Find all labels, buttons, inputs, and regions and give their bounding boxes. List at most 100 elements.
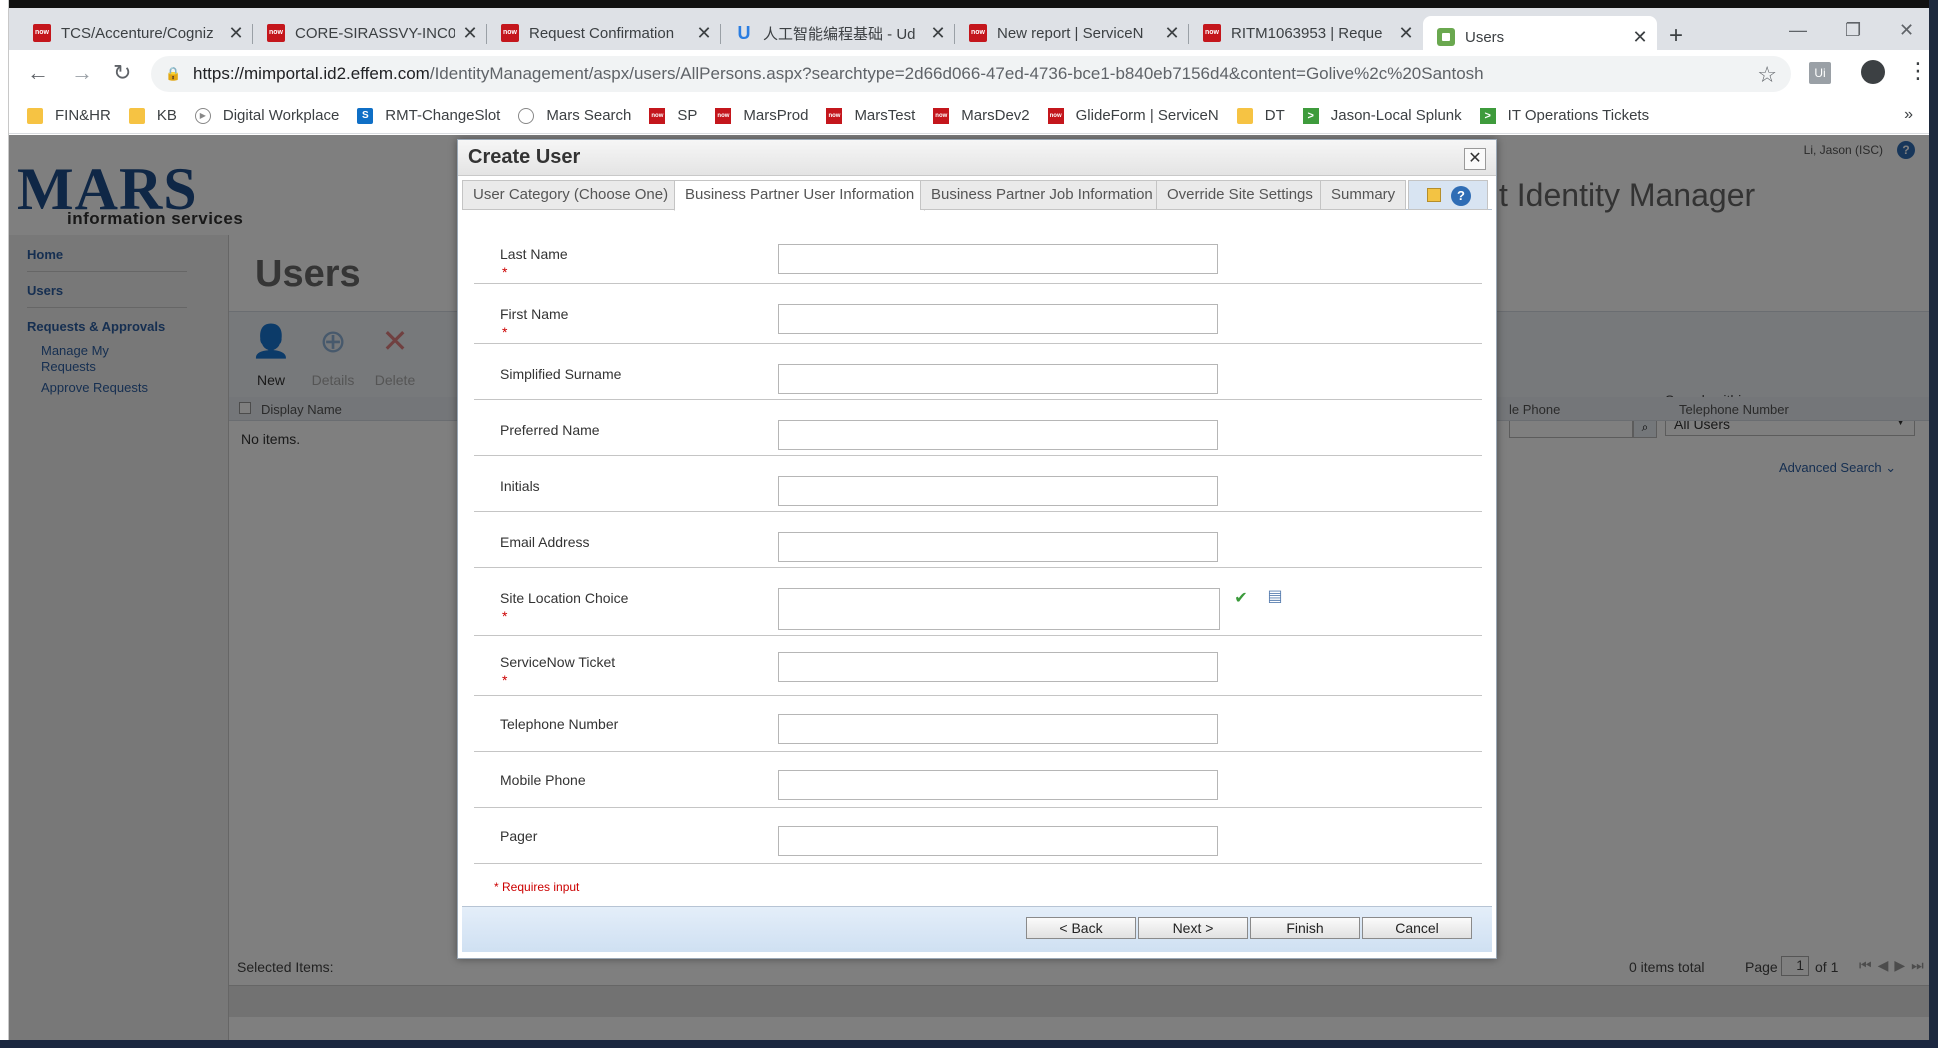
- servicenow-icon: now: [267, 24, 285, 42]
- field-label: Simplified Surname: [500, 366, 622, 382]
- form-row-last-name: Last Name *: [474, 220, 1482, 284]
- required-marker: *: [502, 324, 508, 340]
- servicenow-icon: now: [1203, 24, 1221, 42]
- pager-input[interactable]: [778, 826, 1218, 856]
- close-icon[interactable]: ✕: [695, 23, 713, 44]
- browser-tab-title: CORE-SIRASSVY-INC09: [295, 24, 455, 42]
- minimize-icon[interactable]: —: [1789, 20, 1807, 41]
- bookmark-fin-hr[interactable]: FIN&HR: [27, 107, 111, 124]
- form-row-site-location-choice: Site Location Choice * ✔ ▤: [474, 568, 1482, 636]
- servicenow-icon: now: [1047, 107, 1064, 124]
- close-icon[interactable]: ✕: [1163, 23, 1181, 44]
- web-page: MARS information services Li, Jason (ISC…: [9, 135, 1929, 1048]
- form-row-telephone-number: Telephone Number: [474, 696, 1482, 752]
- field-label: Telephone Number: [500, 716, 619, 732]
- browser-tab-title: TCS/Accenture/Cogniz: [61, 24, 214, 42]
- dialog-title-bar: Create User ✕: [458, 140, 1496, 176]
- window-close-icon[interactable]: ✕: [1899, 20, 1914, 41]
- servicenow-icon: now: [33, 24, 51, 42]
- browser-tab-title: 人工智能编程基础 - Ud: [763, 25, 916, 43]
- bookmarks-overflow-icon[interactable]: »: [1904, 106, 1913, 124]
- browse-directory-icon[interactable]: ▤: [1264, 586, 1286, 608]
- form-row-servicenow-ticket: ServiceNow Ticket *: [474, 636, 1482, 696]
- close-icon[interactable]: ✕: [929, 23, 947, 44]
- browser-tab-5[interactable]: now New report | ServiceN ✕: [955, 16, 1189, 50]
- dialog-tab-icons: ?: [1408, 180, 1488, 210]
- close-icon[interactable]: ✕: [1631, 27, 1649, 48]
- bookmark-jason-local-splunk[interactable]: > Jason-Local Splunk: [1302, 107, 1462, 124]
- browser-toolbar: ← → ↻ 🔒 https://mimportal.id2.effem.com/…: [9, 50, 1929, 98]
- email-address-input[interactable]: [778, 532, 1218, 562]
- tab-override-site-settings[interactable]: Override Site Settings: [1156, 180, 1324, 210]
- browser-tab-1[interactable]: now TCS/Accenture/Cogniz ✕: [19, 16, 253, 50]
- form-row-preferred-name: Preferred Name: [474, 400, 1482, 456]
- bookmark-digital-workplace[interactable]: ▶ Digital Workplace: [194, 107, 339, 124]
- tab-user-category[interactable]: User Category (Choose One): [462, 180, 680, 210]
- help-icon[interactable]: ?: [1451, 186, 1471, 206]
- tab-business-partner-user-information[interactable]: Business Partner User Information: [674, 180, 926, 211]
- splunk-icon: >: [1302, 107, 1319, 124]
- sharepoint-icon: S: [357, 107, 374, 124]
- bookmark-marsdev2[interactable]: now MarsDev2: [933, 107, 1030, 124]
- cancel-button[interactable]: Cancel: [1362, 917, 1472, 939]
- servicenow-icon: now: [715, 107, 732, 124]
- bookmark-rmt-changeslot[interactable]: S RMT-ChangeSlot: [357, 107, 500, 124]
- new-tab-icon[interactable]: +: [1669, 22, 1683, 50]
- bookmark-mars-search[interactable]: Mars Search: [518, 107, 631, 124]
- mobile-phone-input[interactable]: [778, 770, 1218, 800]
- os-taskbar: [0, 1040, 1938, 1048]
- bookmark-it-operations-tickets[interactable]: > IT Operations Tickets: [1479, 107, 1649, 124]
- folder-icon: [1236, 107, 1253, 124]
- browser-window: now TCS/Accenture/Cogniz ✕ now CORE-SIRA…: [9, 0, 1929, 1048]
- restore-icon[interactable]: ❐: [1845, 20, 1861, 41]
- dialog-close-icon[interactable]: ✕: [1464, 148, 1486, 170]
- preferred-name-input[interactable]: [778, 420, 1218, 450]
- servicenow-icon: now: [933, 107, 950, 124]
- reload-icon[interactable]: ↻: [113, 60, 131, 86]
- check-name-icon[interactable]: ✔: [1230, 588, 1252, 610]
- browser-tab-2[interactable]: now CORE-SIRASSVY-INC09 ✕: [253, 16, 487, 50]
- finish-button[interactable]: Finish: [1250, 917, 1360, 939]
- browser-tab-4[interactable]: U 人工智能编程基础 - Ud ✕: [721, 16, 955, 50]
- next-button[interactable]: Next >: [1138, 917, 1248, 939]
- field-label: Initials: [500, 478, 540, 494]
- initials-input[interactable]: [778, 476, 1218, 506]
- bookmark-star-icon[interactable]: ☆: [1757, 62, 1777, 88]
- bookmark-sp[interactable]: now SP: [649, 107, 697, 124]
- bookmark-glideform[interactable]: now GlideForm | ServiceN: [1047, 107, 1219, 124]
- tab-strip: now TCS/Accenture/Cogniz ✕ now CORE-SIRA…: [9, 0, 1929, 58]
- forward-arrow-icon[interactable]: →: [71, 60, 93, 86]
- form-row-email-address: Email Address: [474, 512, 1482, 568]
- back-button[interactable]: < Back: [1026, 917, 1136, 939]
- form-row-pager: Pager: [474, 808, 1482, 864]
- form-row-mobile-phone: Mobile Phone: [474, 752, 1482, 808]
- profile-avatar-icon[interactable]: [1861, 60, 1885, 84]
- address-bar[interactable]: 🔒 https://mimportal.id2.effem.com/Identi…: [151, 56, 1791, 92]
- bookmark-kb[interactable]: KB: [128, 107, 177, 124]
- tab-summary[interactable]: Summary: [1320, 180, 1407, 210]
- browser-tab-3[interactable]: now Request Confirmation ✕: [487, 16, 721, 50]
- close-icon[interactable]: ✕: [227, 23, 245, 44]
- site-location-choice-input[interactable]: [778, 588, 1220, 630]
- browser-tab-6[interactable]: now RITM1063953 | Reque ✕: [1189, 16, 1423, 50]
- tab-business-partner-job-information[interactable]: Business Partner Job Information: [920, 180, 1164, 210]
- last-name-input[interactable]: [778, 244, 1218, 274]
- bookmark-marsprod[interactable]: now MarsProd: [715, 107, 808, 124]
- close-icon[interactable]: ✕: [461, 23, 479, 44]
- close-icon[interactable]: ✕: [1397, 23, 1415, 44]
- bookmark-marstest[interactable]: now MarsTest: [826, 107, 915, 124]
- extension-icon[interactable]: Ui: [1809, 62, 1831, 84]
- save-draft-icon[interactable]: [1427, 188, 1441, 202]
- bookmark-dt[interactable]: DT: [1236, 107, 1285, 124]
- field-label: Last Name: [500, 246, 568, 262]
- servicenow-ticket-input[interactable]: [778, 652, 1218, 682]
- required-marker: *: [502, 264, 508, 280]
- back-arrow-icon[interactable]: ←: [27, 60, 49, 86]
- create-user-dialog: Create User ✕ User Category (Choose One)…: [457, 139, 1497, 959]
- browser-menu-icon[interactable]: ⋮: [1907, 58, 1929, 84]
- simplified-surname-input[interactable]: [778, 364, 1218, 394]
- field-label: First Name: [500, 306, 569, 322]
- browser-tab-title: Users: [1465, 28, 1505, 46]
- first-name-input[interactable]: [778, 304, 1218, 334]
- telephone-number-input[interactable]: [778, 714, 1218, 744]
